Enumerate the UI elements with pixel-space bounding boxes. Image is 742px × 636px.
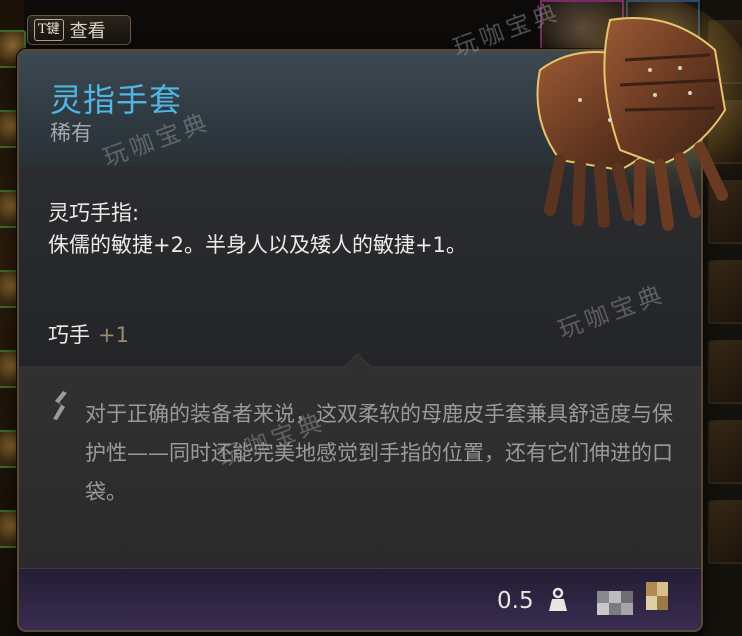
lore-text: 对于正确的装备者来说，这双柔软的母鹿皮手套兼具舒适度与保护性——同时还能完美地感…: [85, 402, 673, 504]
inventory-slot[interactable]: [708, 340, 742, 404]
item-rarity: 稀有: [50, 121, 92, 145]
item-weight: 0.5: [497, 588, 534, 614]
gloves-image: [520, 0, 742, 231]
pixelated-price: [597, 591, 633, 615]
ability-name: 灵巧手指:: [48, 201, 140, 225]
inventory-slot[interactable]: [708, 260, 742, 324]
inventory-slot[interactable]: [708, 500, 742, 564]
inventory-slot[interactable]: [708, 420, 742, 484]
bonus-value: +1: [98, 323, 129, 347]
pixelated-coin-icon: [646, 582, 668, 610]
key-cap: T键: [34, 19, 64, 41]
bonus-line: 巧手 +1: [48, 319, 129, 349]
examine-key-hint[interactable]: T键 查看: [27, 15, 131, 45]
ability-description: 侏儒的敏捷+2。半身人以及矮人的敏捷+1。: [48, 233, 467, 257]
item-name: 灵指手套: [50, 81, 183, 119]
quill-icon: [53, 391, 67, 420]
weight-icon: [549, 587, 567, 611]
bonus-name: 巧手: [48, 323, 90, 347]
examine-label: 查看: [69, 21, 106, 42]
